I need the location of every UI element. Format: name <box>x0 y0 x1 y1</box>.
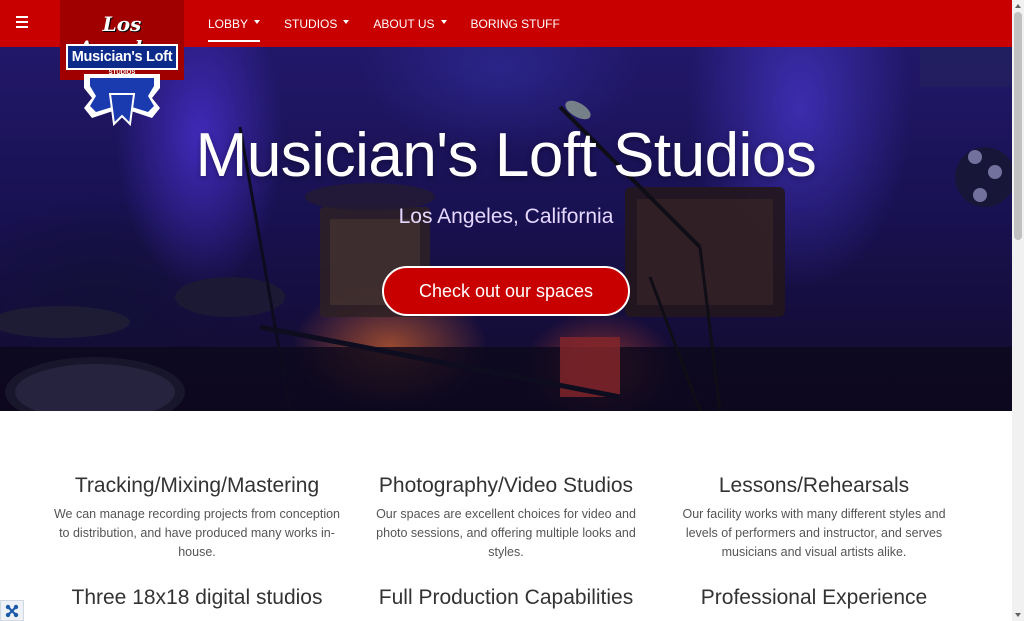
logo-sub-text: STUDIOS <box>108 70 136 76</box>
nav-item-about-us[interactable]: ABOUT US <box>373 0 447 47</box>
nav-item-label: BORING STUFF <box>470 16 560 31</box>
feature-title: Three 18x18 digital studios <box>71 586 323 609</box>
feature-title: Tracking/Mixing/Mastering <box>74 474 320 497</box>
feature-digital-studios: Three 18x18 digital studios <box>52 586 342 610</box>
caret-down-icon <box>440 19 447 24</box>
site-logo[interactable]: Los Angeles Musician's Loft STUDIOS <box>60 0 184 126</box>
main-menu: LOBBY STUDIOS ABOUT US BORING STUFF <box>208 0 584 47</box>
caret-down-icon <box>343 19 350 24</box>
hero-subtitle: Los Angeles, California <box>398 205 614 228</box>
ribbon-icon <box>84 74 160 126</box>
hamburger-icon[interactable] <box>13 14 31 30</box>
feature-text: Our spaces are excellent choices for vid… <box>376 507 636 559</box>
logo-main-text: Musician's Loft <box>66 44 178 70</box>
nav-item-label: ABOUT US <box>373 16 435 31</box>
feature-title: Professional Experience <box>700 586 928 609</box>
hero-title: Musician's Loft Studios <box>195 121 817 190</box>
vertical-scrollbar[interactable] <box>1012 0 1024 621</box>
caret-down-icon <box>254 19 261 24</box>
nav-item-lobby[interactable]: LOBBY <box>208 0 261 47</box>
feature-text: We can manage recording projects from co… <box>53 507 341 559</box>
nav-item-label: LOBBY <box>208 16 249 31</box>
scroll-up-arrow-icon[interactable] <box>1015 4 1021 8</box>
joomla-logo-icon <box>5 604 19 617</box>
feature-lessons: Lessons/Rehearsals Our facility works wi… <box>669 474 959 562</box>
feature-title: Full Production Capabilities <box>378 586 634 609</box>
feature-production: Full Production Capabilities <box>361 586 651 610</box>
features-section: Tracking/Mixing/Mastering We can manage … <box>0 411 1012 621</box>
feature-photography: Photography/Video Studios Our spaces are… <box>361 474 651 562</box>
nav-item-boring-stuff[interactable]: BORING STUFF <box>471 0 560 47</box>
joomla-icon[interactable] <box>0 600 24 621</box>
feature-title: Photography/Video Studios <box>378 474 634 497</box>
feature-title: Lessons/Rehearsals <box>718 474 910 497</box>
feature-tracking: Tracking/Mixing/Mastering We can manage … <box>52 474 342 562</box>
scrollbar-thumb[interactable] <box>1014 12 1022 240</box>
feature-experience: Professional Experience <box>669 586 959 610</box>
nav-item-studios[interactable]: STUDIOS <box>284 0 350 47</box>
scroll-down-arrow-icon[interactable] <box>1015 613 1021 617</box>
feature-text: Our facility works with many different s… <box>682 507 946 559</box>
check-out-spaces-button[interactable]: Check out our spaces <box>382 266 630 316</box>
nav-item-label: STUDIOS <box>284 16 338 31</box>
